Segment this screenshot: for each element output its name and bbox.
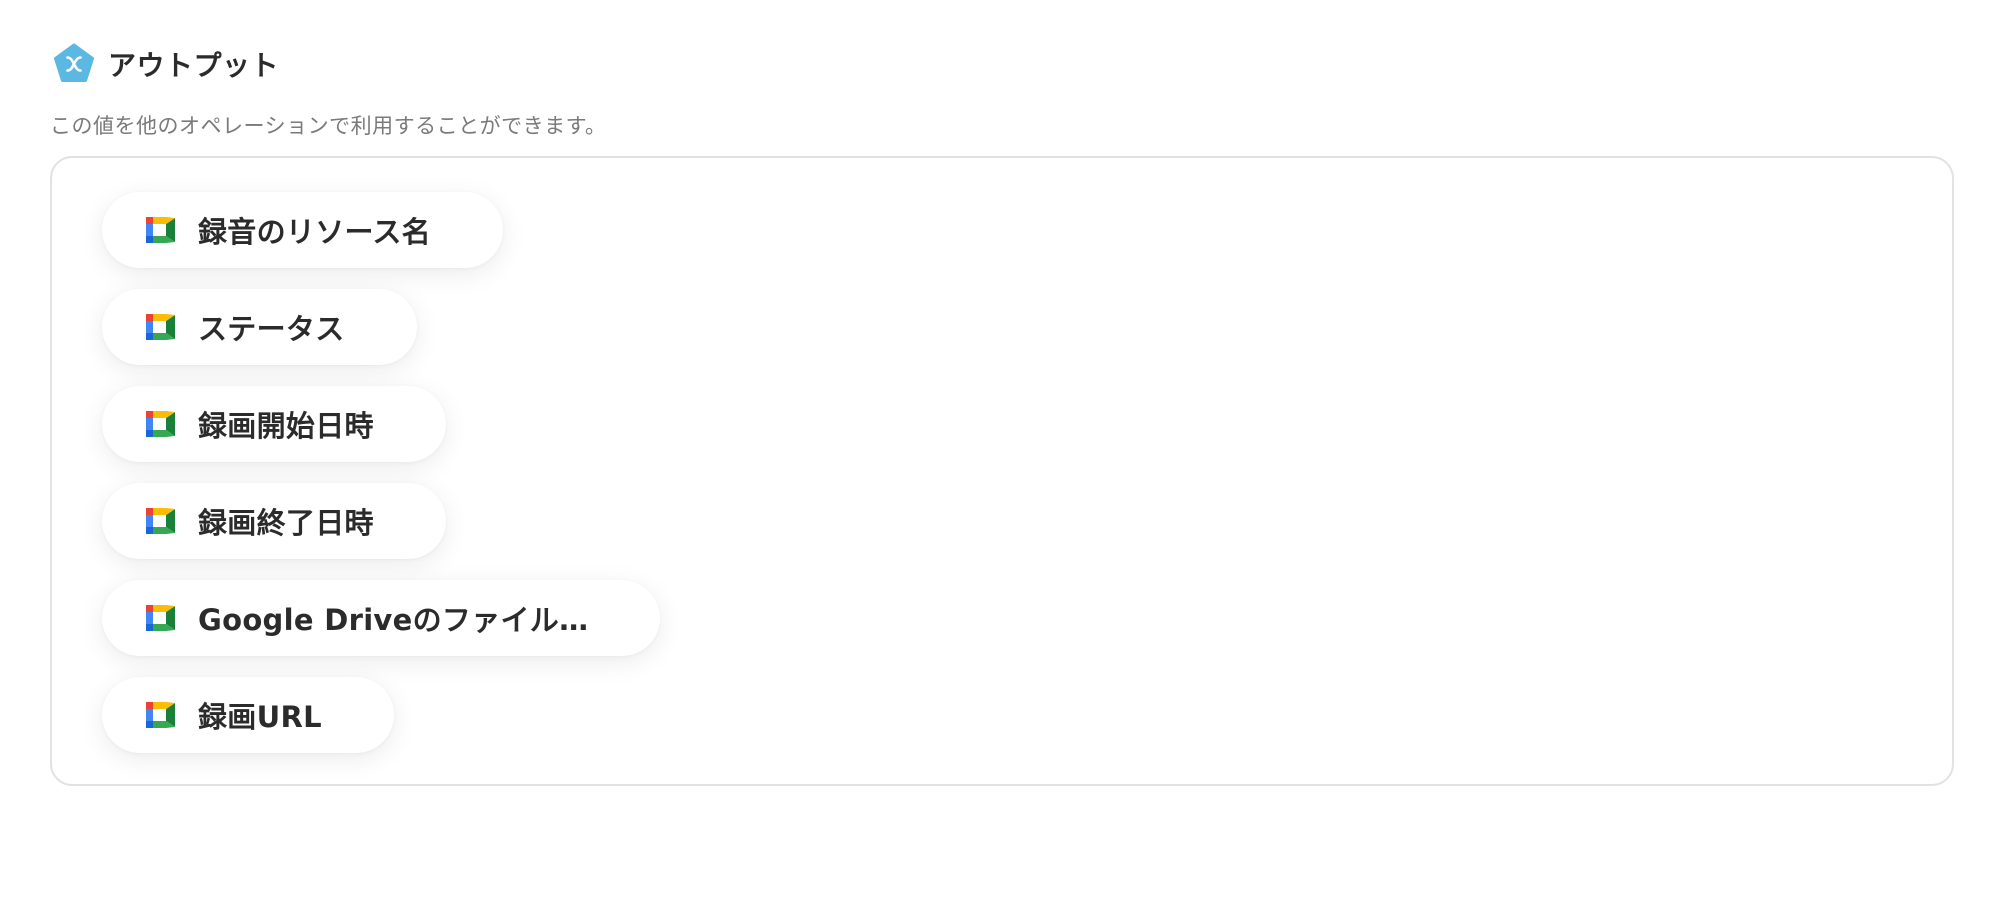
section-title: アウトプット bbox=[108, 49, 280, 82]
google-meet-icon bbox=[146, 314, 175, 340]
output-item-label: Google Driveのファイル… bbox=[198, 603, 589, 637]
section-header: アウトプット bbox=[50, 40, 1956, 88]
google-meet-icon bbox=[146, 508, 175, 534]
output-item-label: 録音のリソース名 bbox=[198, 215, 431, 249]
output-item-recording-end-time[interactable]: 録画終了日時 bbox=[102, 483, 446, 559]
output-section: アウトプット この値を他のオペレーションで利用することができます。 録音のリソー… bbox=[50, 40, 1956, 786]
google-meet-icon bbox=[146, 702, 175, 728]
pentagon-x-icon bbox=[54, 43, 94, 82]
output-item-google-drive-file[interactable]: Google Driveのファイル… bbox=[102, 580, 661, 656]
output-item-recording-resource-name[interactable]: 録音のリソース名 bbox=[102, 192, 503, 268]
output-list: 録音のリソース名 ステータス 録画開始日時 録画終了日時 Google Driv… bbox=[102, 192, 661, 774]
output-list-container: 録音のリソース名 ステータス 録画開始日時 録画終了日時 Google Driv… bbox=[50, 156, 1954, 786]
output-item-recording-start-time[interactable]: 録画開始日時 bbox=[102, 386, 446, 462]
google-meet-icon bbox=[146, 411, 175, 437]
output-item-label: 録画開始日時 bbox=[198, 409, 374, 443]
output-item-label: 録画URL bbox=[198, 700, 322, 734]
output-item-status[interactable]: ステータス bbox=[102, 289, 417, 365]
output-item-label: 録画終了日時 bbox=[198, 506, 374, 540]
output-item-recording-url[interactable]: 録画URL bbox=[102, 677, 394, 753]
google-meet-icon bbox=[146, 217, 175, 243]
output-item-label: ステータス bbox=[198, 312, 345, 346]
section-description: この値を他のオペレーションで利用することができます。 bbox=[50, 114, 607, 138]
google-meet-icon bbox=[146, 605, 175, 631]
